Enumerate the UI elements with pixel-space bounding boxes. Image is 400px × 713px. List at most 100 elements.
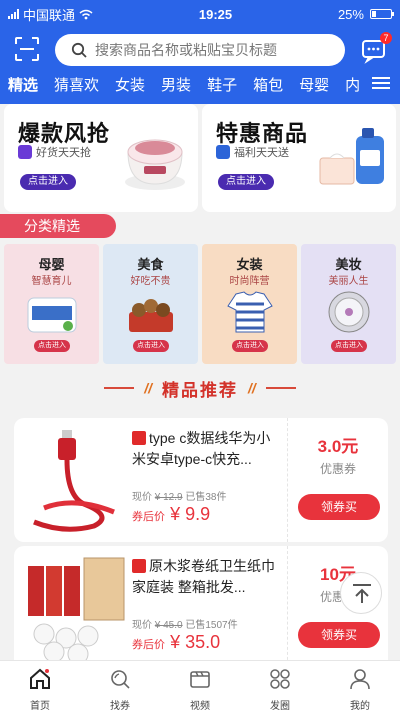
category-sub: 智慧育儿	[31, 276, 72, 287]
user-icon	[350, 669, 370, 690]
category-section-title: 分类精选	[0, 214, 116, 238]
category-grid: 母婴 智慧育儿 点击进入 美食 好吃不贵 点击进入 女装 时尚阵营 点击进入 美…	[0, 244, 400, 364]
coupon-search-icon	[111, 670, 130, 689]
promo-enter-button[interactable]: 点击进入	[20, 174, 76, 190]
nav-label: 首页	[30, 701, 50, 712]
get-coupon-button[interactable]: 领券买	[298, 622, 380, 648]
after-coupon-label: 券后价	[132, 511, 165, 523]
category-name: 美妆	[335, 257, 362, 272]
category-tabs: 精选 猜喜欢 女装 男装 鞋子 箱包 母婴 内	[0, 72, 400, 96]
tag-icon	[18, 145, 32, 159]
category-card-baby[interactable]: 母婴 智慧育儿 点击进入	[4, 244, 99, 364]
message-button[interactable]: 7	[360, 32, 392, 64]
status-bar: 中国联通 19:25 25%	[0, 0, 400, 28]
battery-icon	[369, 9, 394, 19]
tab-shoes[interactable]: 鞋子	[199, 74, 245, 95]
tab-guess-like[interactable]: 猜喜欢	[46, 74, 107, 95]
search-input[interactable]	[95, 42, 325, 58]
category-name: 美食	[137, 257, 164, 272]
tmall-icon	[132, 559, 146, 573]
recommend-header: // 精品推荐 //	[0, 376, 400, 400]
rice-cooker-image	[125, 139, 185, 190]
carrier-label: 中国联通	[23, 7, 76, 23]
tab-men[interactable]: 男装	[153, 74, 199, 95]
message-badge: 7	[380, 32, 392, 44]
category-name: 母婴	[38, 257, 65, 272]
tab-featured[interactable]: 精选	[0, 74, 46, 95]
original-price-label: 现价	[132, 620, 152, 631]
nav-label: 发圈	[270, 701, 290, 712]
nav-label: 找券	[110, 701, 130, 712]
category-enter-button[interactable]: 点击进入	[331, 340, 367, 352]
after-coupon-label: 券后价	[132, 639, 165, 651]
category-enter-button[interactable]: 点击进入	[232, 340, 268, 352]
tag-icon	[216, 145, 230, 159]
category-card-women[interactable]: 女装 时尚阵营 点击进入	[202, 244, 297, 364]
sold-count: 已售1507件	[185, 620, 238, 631]
nav-home[interactable]: 首页	[0, 661, 80, 713]
promo-card-hot[interactable]: 爆款风抢 好货天天抢 点击进入	[4, 104, 198, 212]
nav-label: 视频	[190, 701, 210, 712]
search-bar[interactable]	[55, 34, 345, 66]
search-icon	[71, 42, 87, 58]
category-enter-button[interactable]: 点击进入	[133, 340, 169, 352]
promo-row: 爆款风抢 好货天天抢 点击进入 特惠商品 福利天天送 点击进入	[0, 104, 400, 212]
nav-moments[interactable]: 发圈	[240, 661, 320, 713]
after-coupon-price: ¥ 35.0	[170, 632, 221, 652]
category-sub: 时尚阵营	[229, 276, 270, 287]
sold-count: 已售38件	[185, 492, 227, 503]
nuts-basket-image	[129, 299, 173, 332]
coupon-panel: 3.0元 优惠券 领券买	[288, 418, 388, 542]
after-coupon-price: ¥ 9.9	[170, 504, 211, 524]
category-card-beauty[interactable]: 美妆 美丽人生 点击进入	[301, 244, 396, 364]
slash-mark-icon: //	[144, 380, 152, 396]
divider-line	[265, 387, 296, 389]
promo-subtitle: 好货天天抢	[36, 147, 91, 159]
original-price: ¥ 45.0	[154, 620, 183, 631]
striped-top-image	[227, 291, 273, 333]
tab-baby[interactable]: 母婴	[291, 74, 337, 95]
back-to-top-button[interactable]	[340, 572, 382, 614]
nav-profile[interactable]: 我的	[320, 661, 400, 713]
category-sub: 好吃不贵	[130, 276, 171, 287]
milk-powder-image	[27, 297, 77, 333]
circle-share-icon	[270, 669, 290, 689]
slash-mark-icon: //	[248, 380, 256, 396]
product-card[interactable]: type c数据线华为小米安卓type-c快充... 现价 ¥ 12.9 已售3…	[14, 418, 388, 542]
battery-percent: 25%	[337, 6, 364, 22]
video-icon	[190, 671, 210, 688]
tmall-icon	[132, 431, 146, 445]
clock: 19:25	[198, 6, 233, 22]
home-icon	[30, 668, 50, 689]
tab-more-cut[interactable]: 内	[337, 74, 359, 95]
wifi-icon	[79, 9, 93, 19]
toilet-paper-image	[28, 557, 125, 662]
category-enter-button[interactable]: 点击进入	[34, 340, 70, 352]
promo-subtitle: 福利天天送	[234, 147, 289, 159]
product-title: 原木浆卷纸卫生纸巾家庭装 整箱批发...	[132, 558, 275, 595]
category-sub: 美丽人生	[328, 276, 369, 287]
bottom-nav: 首页 找券 视频 发圈 我的	[0, 660, 400, 713]
original-price: ¥ 12.9	[154, 492, 183, 503]
promo-card-deals[interactable]: 特惠商品 福利天天送 点击进入	[202, 104, 396, 212]
scan-icon[interactable]	[14, 36, 40, 62]
arrow-up-icon	[353, 584, 371, 603]
product-card[interactable]: 原木浆卷纸卫生纸巾家庭装 整箱批发... 现价 ¥ 45.0 已售1507件 券…	[14, 546, 388, 670]
tab-bags[interactable]: 箱包	[245, 74, 291, 95]
app-header: 中国联通 19:25 25% 7 精选 猜喜欢 女装 男装 鞋子	[0, 0, 400, 104]
tab-women[interactable]: 女装	[107, 74, 153, 95]
category-card-food[interactable]: 美食 好吃不贵 点击进入	[103, 244, 198, 364]
get-coupon-button[interactable]: 领券买	[298, 494, 380, 520]
category-name: 女装	[236, 257, 263, 272]
nav-coupons[interactable]: 找券	[80, 661, 160, 713]
product-title: type c数据线华为小米安卓type-c快充...	[132, 430, 271, 467]
recommend-title: 精品推荐	[162, 380, 238, 400]
promo-enter-button[interactable]: 点击进入	[218, 174, 274, 190]
menu-icon[interactable]	[372, 74, 390, 92]
nav-label: 我的	[350, 701, 370, 712]
divider-line	[104, 387, 135, 389]
compact-mirror-image	[328, 291, 370, 333]
nav-video[interactable]: 视频	[160, 661, 240, 713]
usb-cable-image	[33, 430, 115, 532]
coupon-label: 优惠券	[319, 462, 356, 476]
